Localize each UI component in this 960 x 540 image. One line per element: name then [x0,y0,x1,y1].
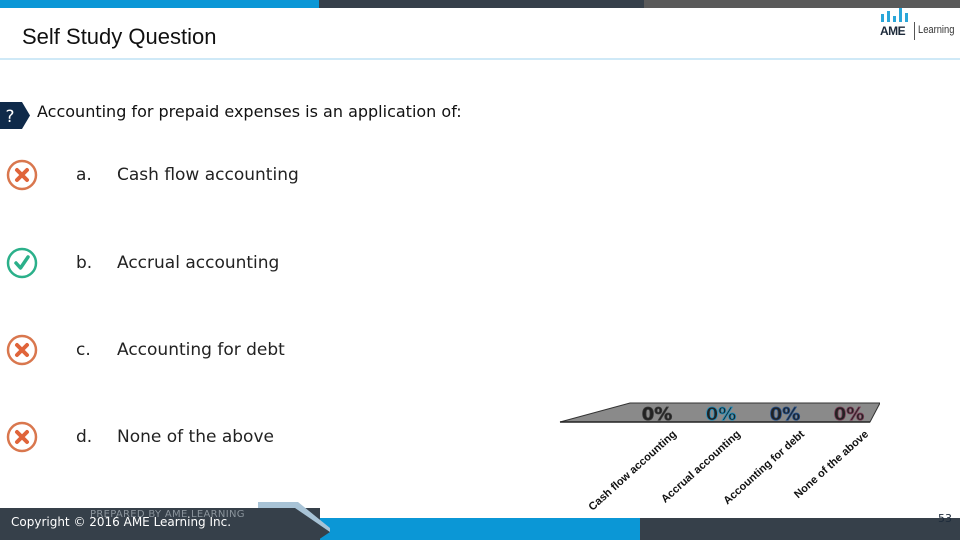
slide-title: Self Study Question [22,24,217,49]
option-text: Accrual accounting [117,253,280,273]
option-text: Accounting for debt [117,340,285,360]
option-letter: b. [76,253,93,273]
answer-option-d[interactable]: d. None of the above [0,421,520,457]
x-circle-icon [6,334,38,366]
x-circle-icon [6,421,38,453]
top-bar-blue-segment [0,0,319,8]
footer-dark-segment-right [640,518,960,540]
copyright-text: Copyright © 2016 AME Learning Inc. [11,515,232,529]
footer-swoosh [250,502,330,540]
option-text: None of the above [117,427,274,447]
logo-separator [914,22,915,40]
question-mark-icon: ? [0,102,30,129]
option-text: Cash flow accounting [117,165,299,185]
x-circle-icon [6,159,38,191]
option-letter: c. [76,340,91,360]
logo-bars-icon [881,8,908,22]
answer-option-b[interactable]: b. Accrual accounting [0,247,520,283]
chart-data-label: 0% [642,404,673,425]
top-bar-gray-segment [644,0,960,8]
check-circle-icon [6,247,38,279]
top-accent-bar [0,0,960,8]
logo-suffix: Learning [918,24,955,36]
svg-text:?: ? [5,107,14,127]
answer-option-a[interactable]: a. Cash flow accounting [0,159,520,195]
ame-learning-logo: AME Learning [880,8,960,40]
logo-brand: AME [880,24,906,38]
chart-data-label: 0% [834,404,865,425]
footer-blue-segment [320,518,640,540]
answer-option-c[interactable]: c. Accounting for debt [0,334,520,370]
chart-data-label: 0% [770,404,801,425]
top-bar-dark-segment [319,0,644,8]
chart-data-label: 0% [706,404,737,425]
option-letter: d. [76,427,93,447]
title-divider [0,58,960,60]
option-letter: a. [76,165,92,185]
page-number: 53 [938,512,952,525]
question-text: Accounting for prepaid expenses is an ap… [37,102,462,121]
